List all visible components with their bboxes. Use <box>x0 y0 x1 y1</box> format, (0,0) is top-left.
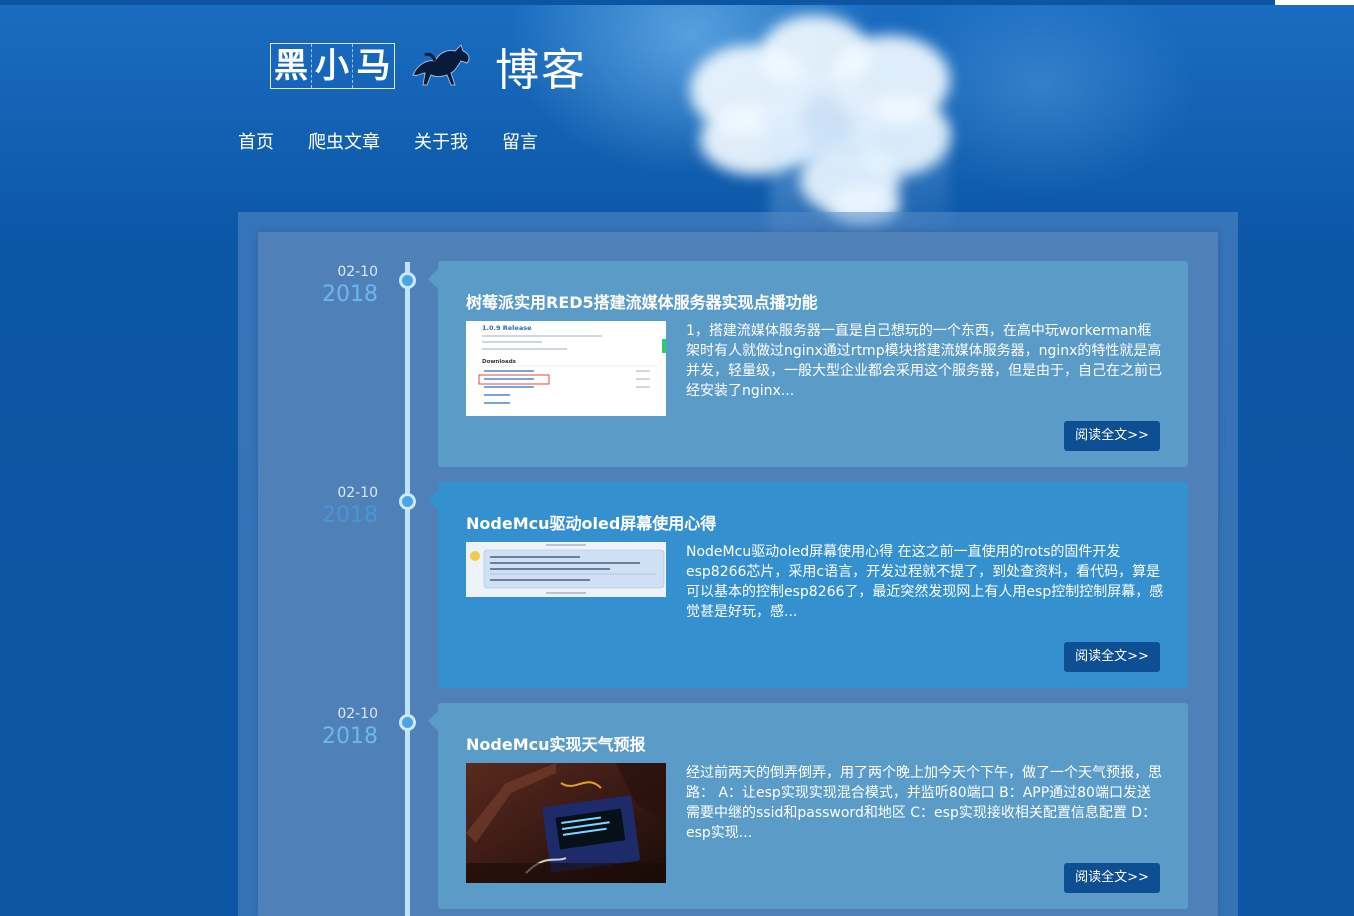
main-nav: 首页 爬虫文章 关于我 留言 <box>238 130 572 156</box>
read-more-button[interactable]: 阅读全文>> <box>1064 642 1160 672</box>
post-excerpt: 经过前两天的倒弄倒弄，用了两个晚上加今天个下午，做了一个天气预报，思路： A：让… <box>686 765 1162 841</box>
logo-blog-text: 博客 <box>495 45 587 96</box>
post-date-md: 02-10 <box>337 264 378 280</box>
post-title[interactable]: NodeMcu实现天气预报 <box>466 731 646 755</box>
timeline-dot <box>399 272 416 289</box>
post-year: 2018 <box>322 503 378 528</box>
post-title[interactable]: 树莓派实用RED5搭建流媒体服务器实现点播功能 <box>466 289 818 313</box>
post-card: NodeMcu驱动oled屏幕使用心得 NodeMcu驱动oled屏幕使用心得 … <box>428 482 1188 688</box>
post-thumbnail[interactable] <box>466 542 666 597</box>
timeline-entry: 02-10 2018 NodeMcu驱动oled屏幕使用心得 NodeMcu驱动… <box>0 482 1354 692</box>
thumb-heading: 1.0.9 Release <box>482 324 532 332</box>
nav-about[interactable]: 关于我 <box>414 130 468 156</box>
post-date-md: 02-10 <box>337 706 378 722</box>
read-more-button[interactable]: 阅读全文>> <box>1064 863 1160 893</box>
post-thumbnail[interactable]: 1.0.9 Release Downloads <box>466 321 666 416</box>
logo-text-box: 黑 小 马 <box>270 43 395 89</box>
post-year: 2018 <box>322 282 378 307</box>
timeline-dot <box>399 493 416 510</box>
post-excerpt: 1，搭建流媒体服务器一直是自己想玩的一个东西，在高中玩workerman框架时有… <box>686 323 1162 399</box>
post-card: NodeMcu实现天气预报 经过前两天的倒弄倒弄，用了两个晚上加今天个下午，做了… <box>428 703 1188 909</box>
post-date: 02-10 2018 <box>300 263 378 309</box>
nav-crawler-articles[interactable]: 爬虫文章 <box>308 130 380 156</box>
horse-icon <box>412 44 470 86</box>
post-title[interactable]: NodeMcu驱动oled屏幕使用心得 <box>466 510 716 534</box>
post-date: 02-10 2018 <box>300 705 378 751</box>
site-logo[interactable]: 黑 小 马 博客 <box>270 42 587 96</box>
release-page-screenshot: 1.0.9 Release Downloads <box>466 321 666 416</box>
post-card: 树莓派实用RED5搭建流媒体服务器实现点播功能 1.0.9 Release Do… <box>428 261 1188 467</box>
read-more-button[interactable]: 阅读全文>> <box>1064 421 1160 451</box>
logo-char: 黑 <box>271 44 312 88</box>
timeline-entry: 02-10 2018 NodeMcu实现天气预报 经过前两天的倒弄倒弄，用了两个… <box>0 703 1354 913</box>
nav-home[interactable]: 首页 <box>238 130 274 156</box>
timeline-dot <box>399 714 416 731</box>
oled-photo <box>466 763 666 883</box>
post-year: 2018 <box>322 724 378 749</box>
chat-screenshot <box>466 542 666 597</box>
nav-message[interactable]: 留言 <box>502 130 538 156</box>
post-thumbnail[interactable] <box>466 763 666 883</box>
post-date: 02-10 2018 <box>300 484 378 530</box>
thumb-section: Downloads <box>482 359 517 365</box>
logo-char: 马 <box>356 46 391 86</box>
logo-char: 小 <box>312 44 353 88</box>
timeline-entry: 02-10 2018 树莓派实用RED5搭建流媒体服务器实现点播功能 1.0.9… <box>0 261 1354 471</box>
post-excerpt: NodeMcu驱动oled屏幕使用心得 在这之前一直使用的rots的固件开发es… <box>686 544 1164 620</box>
post-date-md: 02-10 <box>337 485 378 501</box>
